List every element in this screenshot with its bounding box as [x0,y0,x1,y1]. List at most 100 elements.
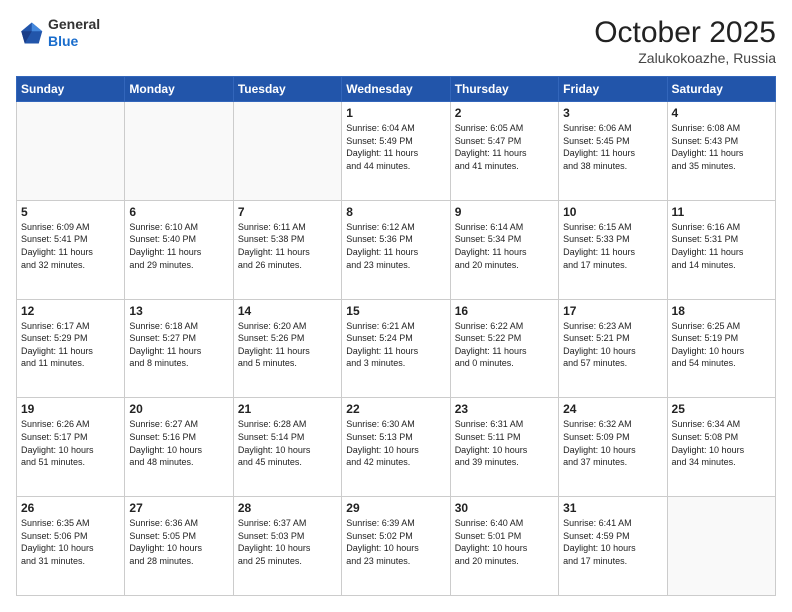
day-number: 5 [21,205,120,219]
calendar-cell: 18 Sunrise: 6:25 AM Sunset: 5:19 PM Dayli… [667,299,775,398]
calendar-cell: 30 Sunrise: 6:40 AM Sunset: 5:01 PM Dayli… [450,497,558,596]
calendar-cell: 20Sunrise: 6:27 AM Sunset: 5:16 PM Dayli… [125,398,233,497]
day-number: 30 [455,501,554,515]
day-number: 31 [563,501,662,515]
day-info: Sunrise: 6:28 AM Sunset: 5:14 PM Dayligh… [238,418,337,468]
title-block: October 2025 Zalukokoazhe, Russia [594,16,776,66]
day-number: 10 [563,205,662,219]
day-number: 22 [346,402,445,416]
day-number: 8 [346,205,445,219]
day-info: Sunrise: 6:20 AM Sunset: 5:26 PM Dayligh… [238,320,337,370]
day-info: Sunrise: 6:05 AM Sunset: 5:47 PM Dayligh… [455,122,554,172]
day-number: 18 [672,304,771,318]
day-info: Sunrise: 6:11 AM Sunset: 5:38 PM Dayligh… [238,221,337,271]
day-number: 25 [672,402,771,416]
day-number: 12 [21,304,120,318]
week-row-1: 1 Sunrise: 6:04 AM Sunset: 5:49 PM Daylig… [17,102,776,201]
day-number: 9 [455,205,554,219]
day-number: 29 [346,501,445,515]
calendar-cell: 23 Sunrise: 6:31 AM Sunset: 5:11 PM Dayli… [450,398,558,497]
calendar-cell [17,102,125,201]
calendar-cell: 4 Sunrise: 6:08 AM Sunset: 5:43 PM Daylig… [667,102,775,201]
day-info: Sunrise: 6:21 AM Sunset: 5:24 PM Dayligh… [346,320,445,370]
logo-icon [16,19,44,47]
calendar-cell: 21Sunrise: 6:28 AM Sunset: 5:14 PM Dayli… [233,398,341,497]
day-info: Sunrise: 6:40 AM Sunset: 5:01 PM Dayligh… [455,517,554,567]
day-info: Sunrise: 6:15 AM Sunset: 5:33 PM Dayligh… [563,221,662,271]
calendar-cell: 7 Sunrise: 6:11 AM Sunset: 5:38 PM Daylig… [233,200,341,299]
day-number: 1 [346,106,445,120]
day-number: 13 [129,304,228,318]
day-info: Sunrise: 6:34 AM Sunset: 5:08 PM Dayligh… [672,418,771,468]
day-info: Sunrise: 6:27 AM Sunset: 5:16 PM Dayligh… [129,418,228,468]
calendar-cell: 22 Sunrise: 6:30 AM Sunset: 5:13 PM Dayli… [342,398,450,497]
calendar-cell: 29 Sunrise: 6:39 AM Sunset: 5:02 PM Dayli… [342,497,450,596]
calendar-header-sunday: Sunday [17,77,125,102]
calendar-cell: 12 Sunrise: 6:17 AM Sunset: 5:29 PM Dayli… [17,299,125,398]
calendar-header-tuesday: Tuesday [233,77,341,102]
day-info: Sunrise: 6:31 AM Sunset: 5:11 PM Dayligh… [455,418,554,468]
day-info: Sunrise: 6:22 AM Sunset: 5:22 PM Dayligh… [455,320,554,370]
day-info: Sunrise: 6:32 AM Sunset: 5:09 PM Dayligh… [563,418,662,468]
day-info: Sunrise: 6:25 AM Sunset: 5:19 PM Dayligh… [672,320,771,370]
day-number: 4 [672,106,771,120]
day-info: Sunrise: 6:09 AM Sunset: 5:41 PM Dayligh… [21,221,120,271]
calendar-cell [125,102,233,201]
header: General Blue October 2025 Zalukokoazhe, … [16,16,776,66]
day-info: Sunrise: 6:06 AM Sunset: 5:45 PM Dayligh… [563,122,662,172]
week-row-5: 26 Sunrise: 6:35 AM Sunset: 5:06 PM Dayli… [17,497,776,596]
day-number: 26 [21,501,120,515]
day-number: 23 [455,402,554,416]
day-number: 24 [563,402,662,416]
logo-blue-text: Blue [48,33,78,49]
day-info: Sunrise: 6:30 AM Sunset: 5:13 PM Dayligh… [346,418,445,468]
calendar-cell [667,497,775,596]
day-info: Sunrise: 6:14 AM Sunset: 5:34 PM Dayligh… [455,221,554,271]
calendar-cell: 26 Sunrise: 6:35 AM Sunset: 5:06 PM Dayli… [17,497,125,596]
day-number: 27 [129,501,228,515]
day-number: 15 [346,304,445,318]
day-info: Sunrise: 6:41 AM Sunset: 4:59 PM Dayligh… [563,517,662,567]
day-info: Sunrise: 6:17 AM Sunset: 5:29 PM Dayligh… [21,320,120,370]
day-info: Sunrise: 6:35 AM Sunset: 5:06 PM Dayligh… [21,517,120,567]
calendar-cell: 25 Sunrise: 6:34 AM Sunset: 5:08 PM Dayli… [667,398,775,497]
calendar-cell: 9 Sunrise: 6:14 AM Sunset: 5:34 PM Daylig… [450,200,558,299]
calendar-cell: 19 Sunrise: 6:26 AM Sunset: 5:17 PM Dayli… [17,398,125,497]
calendar-cell: 11Sunrise: 6:16 AM Sunset: 5:31 PM Dayli… [667,200,775,299]
calendar-cell: 8 Sunrise: 6:12 AM Sunset: 5:36 PM Daylig… [342,200,450,299]
day-info: Sunrise: 6:18 AM Sunset: 5:27 PM Dayligh… [129,320,228,370]
day-info: Sunrise: 6:10 AM Sunset: 5:40 PM Dayligh… [129,221,228,271]
day-number: 17 [563,304,662,318]
calendar-cell: 17 Sunrise: 6:23 AM Sunset: 5:21 PM Dayli… [559,299,667,398]
location-title: Zalukokoazhe, Russia [594,50,776,66]
day-info: Sunrise: 6:16 AM Sunset: 5:31 PM Dayligh… [672,221,771,271]
week-row-4: 19 Sunrise: 6:26 AM Sunset: 5:17 PM Dayli… [17,398,776,497]
day-info: Sunrise: 6:23 AM Sunset: 5:21 PM Dayligh… [563,320,662,370]
calendar-header-friday: Friday [559,77,667,102]
day-info: Sunrise: 6:39 AM Sunset: 5:02 PM Dayligh… [346,517,445,567]
calendar-cell: 5 Sunrise: 6:09 AM Sunset: 5:41 PM Daylig… [17,200,125,299]
logo: General Blue [16,16,100,50]
day-info: Sunrise: 6:12 AM Sunset: 5:36 PM Dayligh… [346,221,445,271]
day-number: 14 [238,304,337,318]
calendar-cell: 10 Sunrise: 6:15 AM Sunset: 5:33 PM Dayli… [559,200,667,299]
day-info: Sunrise: 6:36 AM Sunset: 5:05 PM Dayligh… [129,517,228,567]
calendar-cell: 6Sunrise: 6:10 AM Sunset: 5:40 PM Daylig… [125,200,233,299]
calendar-cell [233,102,341,201]
day-info: Sunrise: 6:26 AM Sunset: 5:17 PM Dayligh… [21,418,120,468]
day-info: Sunrise: 6:08 AM Sunset: 5:43 PM Dayligh… [672,122,771,172]
calendar-cell: 3Sunrise: 6:06 AM Sunset: 5:45 PM Daylig… [559,102,667,201]
week-row-3: 12 Sunrise: 6:17 AM Sunset: 5:29 PM Dayli… [17,299,776,398]
calendar-header-wednesday: Wednesday [342,77,450,102]
week-row-2: 5 Sunrise: 6:09 AM Sunset: 5:41 PM Daylig… [17,200,776,299]
day-number: 28 [238,501,337,515]
day-number: 7 [238,205,337,219]
day-info: Sunrise: 6:04 AM Sunset: 5:49 PM Dayligh… [346,122,445,172]
calendar-cell: 15 Sunrise: 6:21 AM Sunset: 5:24 PM Dayli… [342,299,450,398]
calendar-cell: 24 Sunrise: 6:32 AM Sunset: 5:09 PM Dayli… [559,398,667,497]
day-number: 19 [21,402,120,416]
day-info: Sunrise: 6:37 AM Sunset: 5:03 PM Dayligh… [238,517,337,567]
month-title: October 2025 [594,16,776,50]
calendar-cell: 13 Sunrise: 6:18 AM Sunset: 5:27 PM Dayli… [125,299,233,398]
calendar-table: SundayMondayTuesdayWednesdayThursdayFrid… [16,76,776,596]
